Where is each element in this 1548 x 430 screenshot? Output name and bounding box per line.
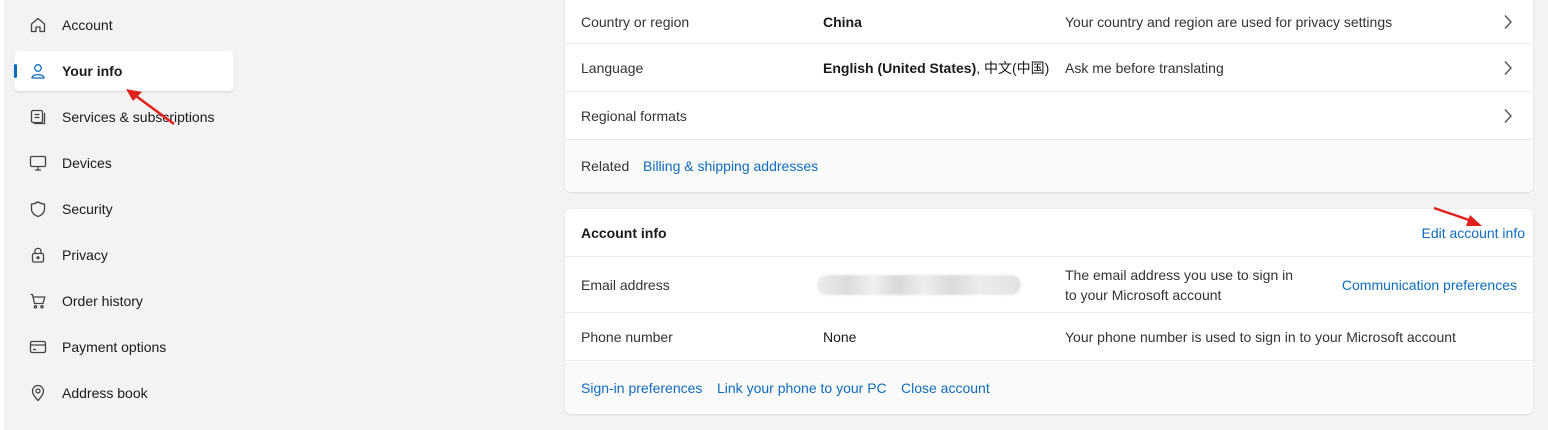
edit-account-info-link[interactable]: Edit account info	[1421, 225, 1525, 241]
shield-icon	[29, 200, 47, 218]
language-label: Language	[581, 59, 644, 76]
billing-shipping-link[interactable]: Billing & shipping addresses	[643, 158, 818, 174]
email-label: Email address	[581, 276, 670, 293]
sidebar-item-label: Services & subscriptions	[62, 109, 215, 125]
sidebar-item-label: Account	[62, 17, 113, 33]
country-region-value: China	[823, 13, 862, 30]
related-label: Related	[581, 158, 630, 174]
selection-indicator	[14, 64, 17, 78]
language-primary: English (United States)	[823, 59, 977, 76]
sidebar-item-account[interactable]: Account	[14, 5, 234, 45]
email-value-redacted	[817, 274, 1021, 295]
sidebar-item-payment-options[interactable]: Payment options	[14, 327, 234, 367]
country-region-label: Country or region	[581, 13, 690, 30]
link-phone-to-pc-link[interactable]: Link your phone to your PC	[717, 380, 887, 396]
language-row[interactable]: Language English (United States), 中文(中国)…	[565, 44, 1533, 92]
related-row: Related Billing & shipping addresses	[565, 140, 1533, 192]
sidebar-item-address-book[interactable]: Address book	[14, 373, 234, 413]
phone-row: Phone number None Your phone number is u…	[565, 313, 1533, 361]
language-description: Ask me before translating	[1065, 59, 1224, 76]
sidebar-item-services[interactable]: Services & subscriptions	[14, 97, 234, 137]
chevron-right-icon[interactable]	[1503, 108, 1513, 124]
sidebar-item-order-history[interactable]: Order history	[14, 281, 234, 321]
monitor-icon	[29, 154, 47, 172]
phone-value: None	[823, 328, 857, 345]
chevron-right-icon[interactable]	[1503, 14, 1513, 30]
language-secondary: , 中文(中国)	[976, 59, 1050, 76]
subscriptions-icon	[29, 108, 47, 126]
regional-formats-row[interactable]: Regional formats	[565, 92, 1533, 140]
chevron-right-icon[interactable]	[1503, 60, 1513, 76]
phone-description: Your phone number is used to sign in to …	[1065, 328, 1456, 345]
sidebar-item-privacy[interactable]: Privacy	[14, 235, 234, 275]
language-value: English (United States), 中文(中国)	[823, 58, 1049, 78]
close-account-link[interactable]: Close account	[901, 380, 990, 396]
sidebar-item-label: Your info	[62, 63, 123, 79]
credit-card-icon	[29, 338, 47, 356]
country-region-description: Your country and region are used for pri…	[1065, 13, 1393, 30]
sidebar-item-security[interactable]: Security	[14, 189, 234, 229]
window-edge	[0, 0, 4, 430]
account-info-header: Account info Edit account info	[565, 209, 1533, 257]
lock-icon	[29, 246, 47, 264]
regional-formats-label: Regional formats	[581, 107, 687, 124]
sidebar-item-devices[interactable]: Devices	[14, 143, 234, 183]
home-icon	[29, 16, 47, 34]
email-description: The email address you use to sign in to …	[1065, 266, 1294, 303]
sidebar-item-label: Devices	[62, 155, 112, 171]
person-icon	[29, 62, 47, 80]
sidebar-item-label: Payment options	[62, 339, 167, 355]
sign-in-preferences-link[interactable]: Sign-in preferences	[581, 380, 702, 396]
cart-icon	[29, 292, 47, 310]
account-footer-links: Sign-in preferences Link your phone to y…	[565, 361, 1533, 414]
account-info-card: Account info Edit account info Email add…	[565, 209, 1533, 414]
country-region-row[interactable]: Country or region China Your country and…	[565, 0, 1533, 44]
location-pin-icon	[29, 384, 47, 402]
phone-label: Phone number	[581, 328, 673, 345]
account-info-title: Account info	[581, 224, 667, 241]
communication-preferences-link[interactable]: Communication preferences	[1342, 277, 1517, 293]
sidebar-item-label: Security	[62, 201, 113, 217]
region-language-card: Country or region China Your country and…	[565, 0, 1533, 192]
sidebar-item-label: Privacy	[62, 247, 108, 263]
sidebar-item-label: Address book	[62, 385, 148, 401]
sidebar-item-your-info[interactable]: Your info	[14, 51, 234, 91]
sidebar-item-label: Order history	[62, 293, 143, 309]
email-row: Email address The email address you use …	[565, 257, 1533, 313]
